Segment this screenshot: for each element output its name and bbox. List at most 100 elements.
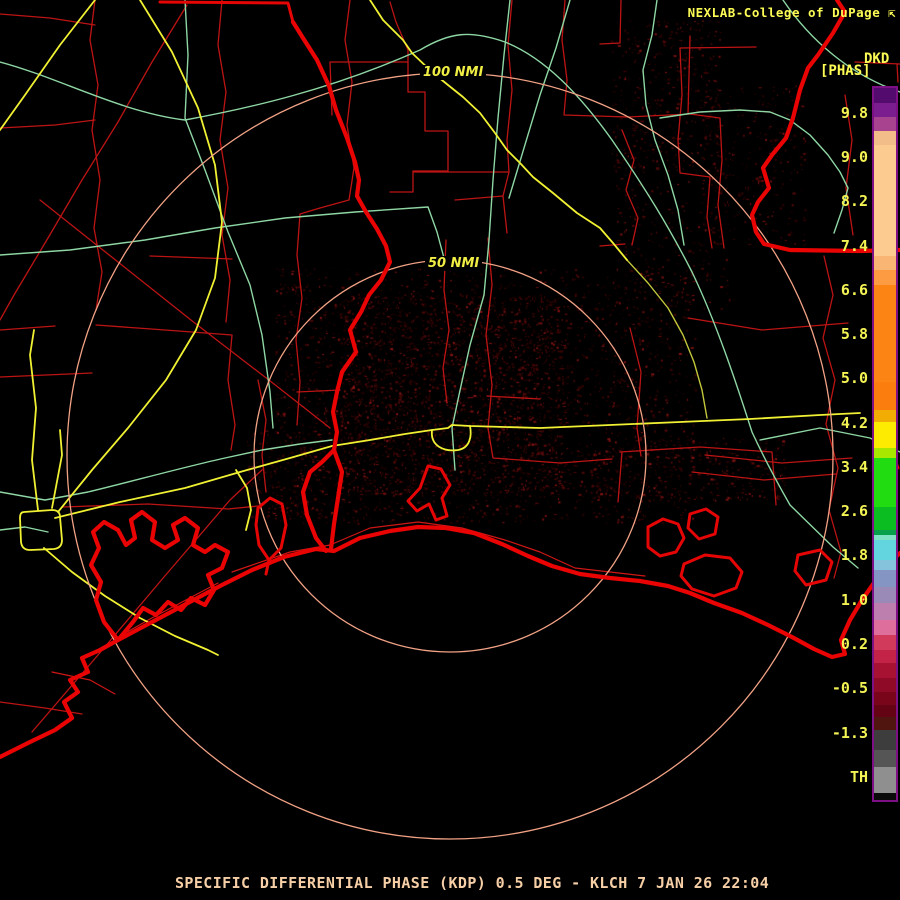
colorbar-segments (874, 88, 896, 800)
county-path (599, 129, 639, 247)
water_med-path (158, 0, 295, 24)
water_med-path (679, 553, 744, 598)
water_thick-path (300, 447, 337, 554)
colorbar-tick: -1.3 (831, 724, 868, 742)
product-units-label: [PHAS] (820, 63, 871, 79)
water_thin-path (231, 521, 646, 577)
colorbar-segment (874, 131, 896, 145)
range-ring-label: 50 NMI (425, 256, 483, 271)
county-path (485, 237, 613, 464)
county-path (257, 379, 267, 493)
colorbar-segment (874, 410, 896, 422)
colorbar-segment (874, 560, 896, 570)
colorbar-tick: 7.4 (840, 237, 868, 255)
range-ring (253, 259, 647, 653)
roads_yellow-path (51, 429, 63, 509)
county-path (149, 255, 233, 260)
colorbar-tick: 5.0 (840, 369, 868, 387)
water_thick-path (290, 19, 393, 453)
roads_yellow-path (54, 412, 861, 519)
colorbar-tick: 5.8 (840, 325, 868, 343)
colorbar-segment (874, 730, 896, 750)
colorbar-segment (874, 117, 896, 131)
water_thick-path (0, 524, 900, 760)
water_med-path (406, 464, 452, 522)
water_thick-path (328, 447, 345, 552)
roads_yellow-path (235, 469, 252, 531)
product-caption: SPECIFIC DIFFERENTIAL PHASE (KDP) 0.5 DE… (175, 874, 770, 892)
colorbar-segment (874, 507, 896, 530)
map-layer (0, 0, 900, 840)
roads_yellow-path (369, 0, 628, 261)
colorbar-segment (874, 256, 896, 270)
colorbar-tick: 2.6 (840, 502, 868, 520)
colorbar-segment (874, 663, 896, 678)
colorbar-segment (874, 285, 896, 382)
roads_yellow-path (29, 329, 39, 511)
colorbar-tick: -0.5 (831, 679, 868, 697)
colorbar-segment (874, 620, 896, 635)
colorbar-segment (874, 678, 896, 692)
colorbar-tick: 4.2 (840, 414, 868, 432)
colorbar-segment (874, 793, 896, 800)
colorbar-tick: 1.8 (840, 546, 868, 564)
county-path (599, 0, 622, 45)
range-ring-label: 100 NMI (420, 65, 487, 80)
roads_teal-path (0, 439, 333, 501)
water_med-path (646, 517, 686, 558)
colorbar-segment (874, 88, 896, 103)
colorbar-segment (874, 382, 896, 410)
county-path (677, 46, 757, 249)
colorbar-segment (874, 570, 896, 587)
colorbar-tick: TH (849, 768, 868, 786)
colorbar-segment (874, 540, 896, 560)
colorbar-tick: 9.0 (840, 148, 868, 166)
county-path (89, 0, 103, 311)
colorbar-segment (874, 692, 896, 705)
colorbar-tick: 0.2 (840, 635, 868, 653)
colorbar-segment (874, 705, 896, 717)
county-path (296, 389, 341, 393)
roads_teal-path (508, 0, 571, 199)
colorbar-segment (874, 145, 896, 256)
colorbar-segment (874, 448, 896, 458)
colorbar-segment (874, 458, 896, 507)
brand-arrow-icon: ⇱ (888, 6, 896, 20)
colorbar-tick: 1.0 (840, 591, 868, 609)
brand-title: NEXLAB-College of DuPage ⇱ (688, 5, 896, 20)
water_med-path (686, 507, 720, 541)
radar-display: NEXLAB-College of DuPage ⇱ DKD [PHAS] 9.… (0, 0, 900, 900)
water_thin-path (119, 582, 219, 637)
county-path (0, 119, 96, 129)
roads_teal-path (0, 526, 49, 533)
county-path (95, 324, 236, 451)
colorbar-tick: 8.2 (840, 192, 868, 210)
county-path (689, 113, 725, 249)
roads_yellow-path (0, 0, 96, 131)
colorbar-segment (874, 767, 896, 793)
colorbar-tick: 6.6 (840, 281, 868, 299)
water_thick-path (88, 509, 231, 643)
county-path (0, 325, 93, 378)
brand-text: NEXLAB-College of DuPage (687, 5, 881, 20)
roads_yellow-path (57, 0, 223, 513)
colorbar-segment (874, 270, 896, 285)
county-path (0, 4, 188, 321)
colorbar-segment (874, 603, 896, 620)
colorbar-segment (874, 635, 896, 650)
colorbar (872, 86, 898, 802)
colorbar-segment (874, 750, 896, 767)
colorbar-segment (874, 422, 896, 448)
county-path (561, 0, 691, 118)
colorbar-tick: 3.4 (840, 458, 868, 476)
roads_teal-path (0, 33, 859, 569)
county-path (217, 0, 231, 323)
colorbar-segment (874, 103, 896, 117)
county-path (389, 1, 449, 193)
roads_teal-path (642, 0, 685, 246)
colorbar-segment (874, 587, 896, 603)
county-path (39, 199, 331, 429)
colorbar-segment (874, 717, 896, 730)
colorbar-segment (874, 650, 896, 663)
colorbar-tick: 9.8 (840, 104, 868, 122)
